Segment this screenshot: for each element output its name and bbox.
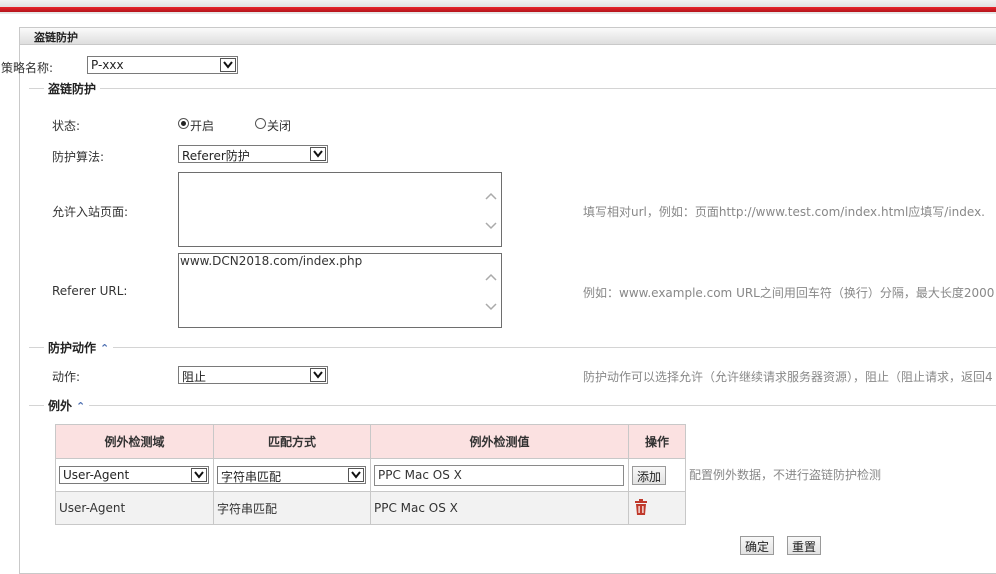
action-section-legend[interactable]: 防护动作 ⌃ [44, 339, 114, 356]
referer-url-hint: 例如：www.example.com URL之间用回车符（换行）分隔，最大长度2… [583, 286, 995, 300]
exception-value-text: PPC Mac OS X [378, 467, 462, 482]
referer-url-label: Referer URL: [52, 284, 128, 298]
exception-match-value: 字符串匹配 [221, 470, 282, 484]
status-label: 状态: [52, 119, 81, 133]
action-label: 动作: [52, 370, 81, 384]
referer-url-textarea[interactable]: www.DCN2018.com/index.php [178, 253, 502, 328]
exception-section-legend[interactable]: 例外 ⌃ [44, 397, 90, 414]
exception-field-value: User-Agent [63, 468, 130, 482]
top-banner [0, 0, 996, 14]
input-value-cell: PPC Mac OS X [370, 458, 629, 492]
panel-title: 盗链防护 [34, 31, 78, 44]
panel-header: 盗链防护 [20, 28, 996, 45]
chevron-up-icon: ⌃ [100, 342, 110, 355]
row-match: 字符串匹配 [213, 491, 371, 525]
chevron-down-icon [191, 468, 207, 482]
row-field: User-Agent [55, 491, 214, 525]
chevron-down-icon [220, 58, 236, 72]
chevron-down-icon [348, 468, 364, 482]
reset-button[interactable]: 重置 [787, 536, 822, 555]
trash-icon[interactable] [634, 498, 648, 518]
status-on-radio[interactable] [178, 118, 189, 129]
exception-section-divider [29, 405, 996, 406]
header-field: 例外检测域 [55, 424, 214, 459]
exception-table-header: 例外检测域 匹配方式 例外检测值 操作 [55, 424, 686, 459]
header-value: 例外检测值 [370, 424, 629, 459]
main-section-legend: 盗链防护 [44, 80, 101, 97]
main-section-divider [29, 88, 996, 89]
algorithm-label: 防护算法: [52, 150, 105, 164]
exception-value-input[interactable]: PPC Mac OS X [374, 464, 624, 486]
chevron-down-icon [310, 147, 326, 161]
allowed-page-label: 允许入站页面: [52, 205, 129, 219]
action-value: 阻止 [182, 370, 207, 384]
algorithm-select[interactable]: Referer防护 [178, 145, 328, 163]
exception-input-row: User-Agent 字符串匹配 PPC Mac OS X 添加 [55, 458, 686, 492]
policy-name-value: P-xxx [91, 58, 124, 72]
table-row: User-Agent 字符串匹配 PPC Mac OS X [55, 491, 686, 525]
chevron-down-icon [310, 368, 326, 382]
referer-url-value: www.DCN2018.com/index.php [180, 254, 363, 268]
status-off-radio[interactable] [255, 118, 266, 129]
input-match-cell: 字符串匹配 [213, 458, 371, 492]
allowed-page-textarea[interactable] [178, 172, 502, 247]
add-button[interactable]: 添加 [632, 465, 667, 485]
textarea-scrollbar[interactable] [483, 175, 499, 244]
brand-stripe [0, 7, 996, 12]
header-match: 匹配方式 [213, 424, 371, 459]
row-operation [628, 491, 686, 525]
policy-name-label: 策略名称: [1, 61, 54, 75]
status-on-label: 开启 [190, 119, 215, 133]
action-hint: 防护动作可以选择允许（允许继续请求服务器资源），阻止（阻止请求，返回4 [583, 370, 993, 384]
input-operation-cell: 添加 [628, 458, 686, 492]
row-value: PPC Mac OS X [370, 491, 629, 525]
header-operation: 操作 [628, 424, 686, 459]
action-select[interactable]: 阻止 [178, 366, 328, 384]
action-section-divider [29, 347, 996, 348]
exception-field-select[interactable]: User-Agent [59, 466, 209, 484]
input-field-cell: User-Agent [55, 458, 214, 492]
policy-name-select[interactable]: P-xxx [87, 56, 238, 74]
allowed-page-hint: 填写相对url，例如：页面http://www.test.com/index.h… [583, 205, 985, 219]
action-section-title: 防护动作 [48, 341, 97, 355]
exception-hint: 配置例外数据，不进行盗链防护检测 [689, 468, 882, 482]
status-off-label: 关闭 [267, 119, 292, 133]
exception-match-select[interactable]: 字符串匹配 [217, 466, 366, 484]
chevron-up-icon: ⌃ [76, 400, 86, 413]
exception-section-title: 例外 [48, 399, 73, 413]
confirm-button[interactable]: 确定 [740, 536, 775, 555]
exception-table: 例外检测域 匹配方式 例外检测值 操作 User-Agent 字符串匹配 PPC… [55, 424, 686, 525]
algorithm-value: Referer防护 [182, 149, 250, 163]
textarea-scrollbar[interactable] [483, 256, 499, 325]
